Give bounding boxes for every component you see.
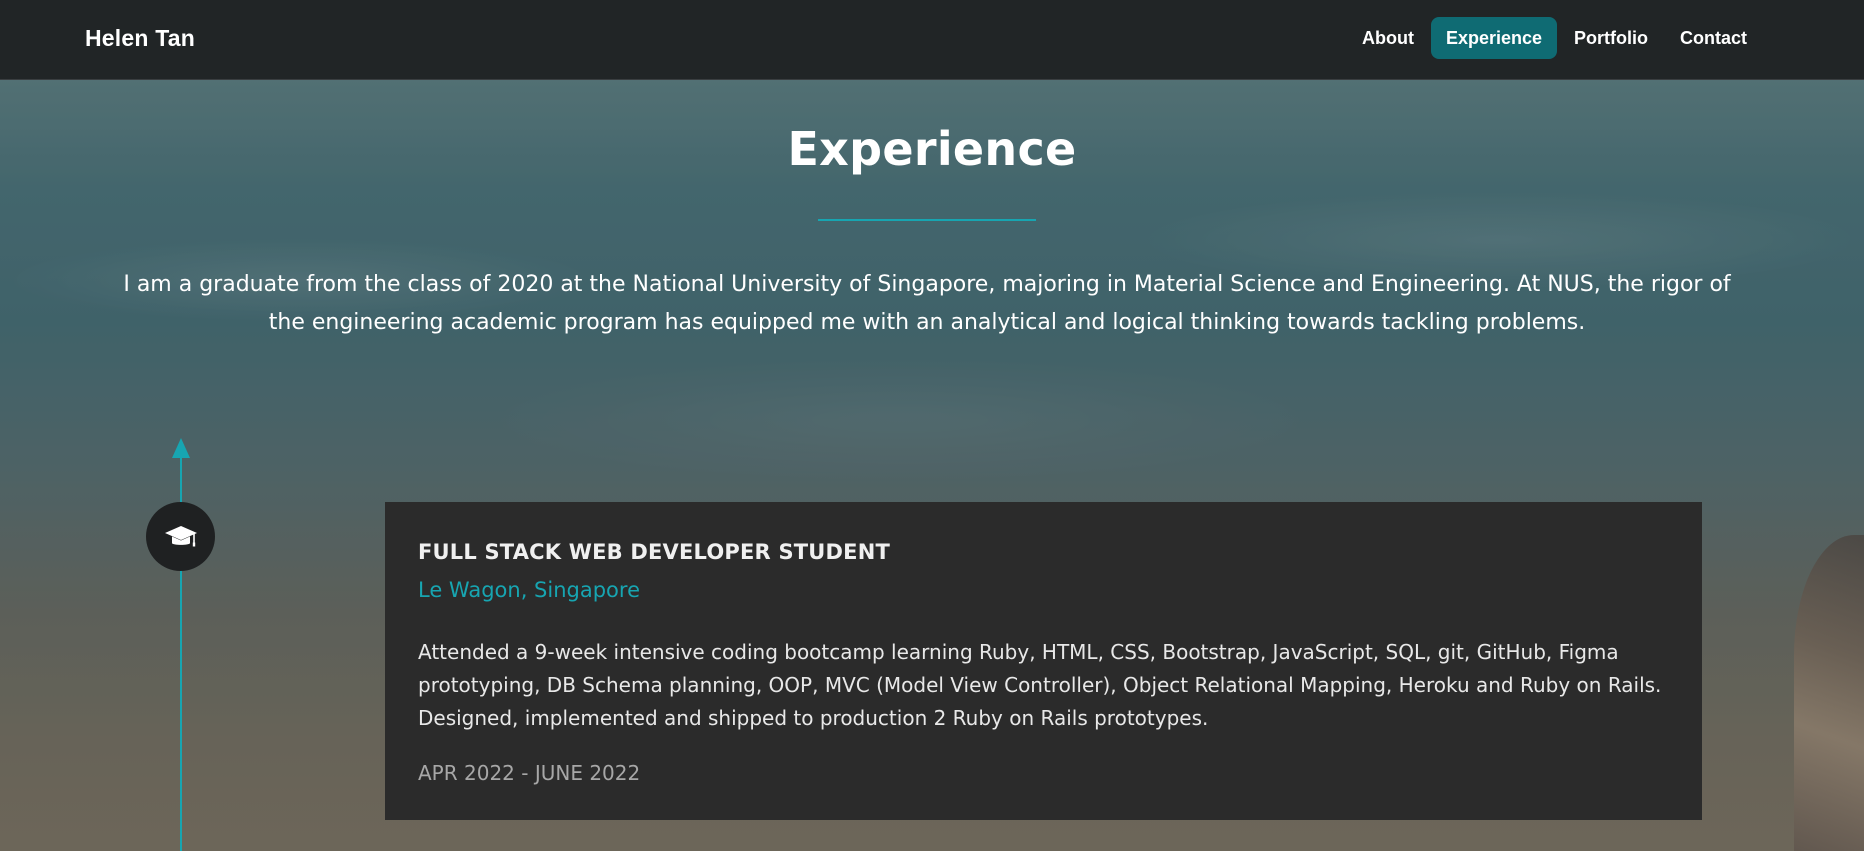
navbar: Helen Tan About Experience Portfolio Con… [0, 0, 1864, 80]
experience-organization: Le Wagon, Singapore [418, 578, 640, 602]
nav-item-portfolio[interactable]: Portfolio [1559, 17, 1663, 59]
nav-menu: About Experience Portfolio Contact [1347, 17, 1762, 59]
experience-card: FULL STACK WEB DEVELOPER STUDENT Le Wago… [385, 502, 1702, 820]
brand-link[interactable]: Helen Tan [85, 25, 195, 52]
nav-item-experience[interactable]: Experience [1430, 17, 1557, 59]
experience-description: Attended a 9-week intensive coding bootc… [418, 640, 1662, 730]
timeline-badge [146, 502, 215, 571]
nav-item-contact[interactable]: Contact [1665, 17, 1762, 59]
timeline-arrow-icon [172, 438, 190, 458]
nav-item-about[interactable]: About [1347, 17, 1429, 59]
section-intro: I am a graduate from the class of 2020 a… [123, 272, 1731, 335]
experience-section: Experience I am a graduate from the clas… [0, 80, 1864, 851]
experience-role: FULL STACK WEB DEVELOPER STUDENT [418, 540, 891, 564]
section-title: Experience [787, 122, 1077, 176]
page: Helen Tan About Experience Portfolio Con… [0, 0, 1864, 851]
title-underline [818, 219, 1036, 221]
graduation-cap-icon [164, 525, 197, 546]
experience-dates: APR 2022 - JUNE 2022 [418, 761, 641, 785]
